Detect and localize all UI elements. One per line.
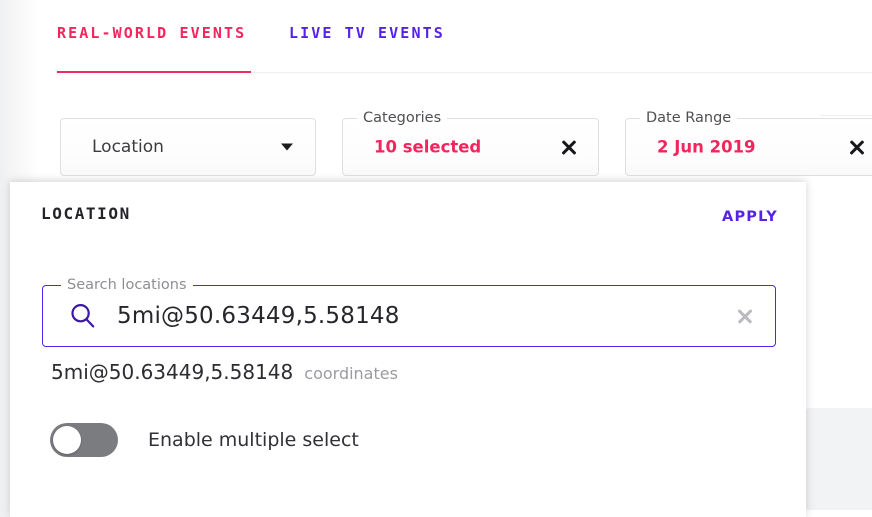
suggestion-item[interactable]: 5mi@50.63449,5.58148 coordinates xyxy=(51,360,398,392)
enable-multiple-select-toggle[interactable] xyxy=(50,423,118,457)
filter-categories-value: 10 selected xyxy=(374,137,482,157)
suggestion-label: 5mi@50.63449,5.58148 xyxy=(51,360,294,384)
location-filter-panel: LOCATION APPLY Search locations 5mi@50.6… xyxy=(10,182,806,517)
panel-title: LOCATION xyxy=(41,204,131,223)
suggestion-type: coordinates xyxy=(304,364,398,383)
enable-multiple-select-label: Enable multiple select xyxy=(148,429,359,451)
filter-location-value: Location xyxy=(92,137,164,157)
tabbar-divider xyxy=(251,72,872,73)
filter-location[interactable]: Location xyxy=(60,118,316,176)
multiple-select-row: Enable multiple select xyxy=(50,420,359,460)
search-locations-label: Search locations xyxy=(61,275,193,295)
filter-date-range-label: Date Range xyxy=(640,109,738,127)
search-icon xyxy=(69,302,97,330)
apply-button[interactable]: APPLY xyxy=(714,203,786,231)
panel-header: LOCATION APPLY xyxy=(10,182,806,254)
filter-categories-clear-icon[interactable] xyxy=(558,136,580,158)
app-screen: REAL-WORLD EVENTS LIVE TV EVENTS Locatio… xyxy=(0,0,872,517)
filter-date-range[interactable]: Date Range 2 Jun 2019 xyxy=(625,109,872,176)
search-locations-field[interactable]: Search locations 5mi@50.63449,5.58148 xyxy=(42,275,776,347)
toggle-knob xyxy=(53,426,81,454)
tab-real-world-events[interactable]: REAL-WORLD EVENTS xyxy=(57,24,246,42)
filter-date-range-clear-icon[interactable] xyxy=(846,136,868,158)
filter-date-range-value: 2 Jun 2019 xyxy=(657,137,756,157)
filter-bar: Location Categories 10 selected Date Ran… xyxy=(0,96,872,186)
search-input-value[interactable]: 5mi@50.63449,5.58148 xyxy=(117,303,400,329)
chevron-down-icon xyxy=(281,143,293,151)
event-type-tabbar: REAL-WORLD EVENTS LIVE TV EVENTS xyxy=(0,0,872,76)
search-clear-icon[interactable] xyxy=(735,306,755,326)
background-card xyxy=(806,408,872,510)
tab-live-tv-events[interactable]: LIVE TV EVENTS xyxy=(289,24,445,42)
tab-active-indicator xyxy=(57,71,251,73)
filter-categories-label: Categories xyxy=(357,109,448,127)
filter-categories[interactable]: Categories 10 selected xyxy=(342,109,599,176)
